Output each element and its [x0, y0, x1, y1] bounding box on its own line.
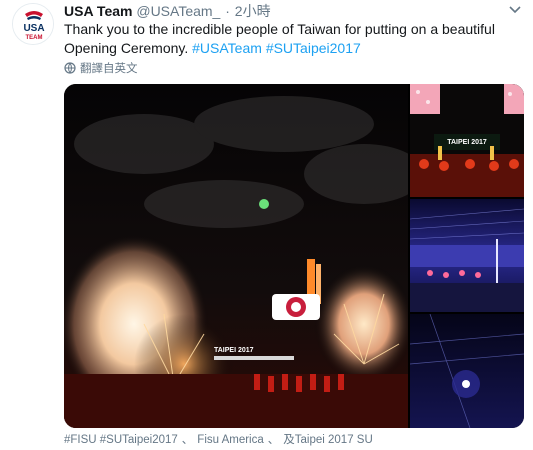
tweet-header: USA Team @USATeam_ · 2小時 — [64, 2, 271, 20]
footer-mention-fisu[interactable]: Fisu America — [197, 434, 263, 446]
avatar[interactable]: USA TEAM — [12, 3, 54, 45]
svg-text:USA: USA — [23, 23, 44, 34]
globe-icon — [64, 62, 76, 74]
photo-main[interactable]: TAIPEI 2017 — [64, 84, 408, 428]
photo-thumb-3[interactable] — [410, 314, 524, 428]
thumb-banner: TAIPEI 2017 — [447, 139, 487, 146]
separator: · — [225, 3, 230, 19]
usa-team-logo: USA TEAM — [13, 4, 53, 44]
timestamp[interactable]: 2小時 — [235, 3, 271, 19]
photo-thumb-1[interactable]: TAIPEI 2017 — [410, 84, 524, 197]
main-photo-banner: TAIPEI 2017 — [214, 347, 254, 354]
handle[interactable]: @USATeam_ — [136, 3, 220, 19]
hashtag-usateam[interactable]: #USATeam — [192, 40, 262, 56]
chevron-down-icon[interactable] — [507, 3, 523, 17]
tweet[interactable]: USA TEAM USA Team @USATeam_ · 2小時 Thank … — [0, 0, 533, 450]
footer-mention-taipei[interactable]: 及Taipei 2017 SU — [283, 434, 373, 446]
svg-text:TEAM: TEAM — [26, 35, 43, 41]
footer-separator: 、 — [181, 434, 194, 446]
tweet-text: Thank you to the incredible people of Ta… — [64, 20, 519, 58]
translate-link[interactable]: 翻譯自英文 — [64, 62, 138, 76]
footer-hashtags[interactable]: #FISU #SUTaipei2017 — [64, 434, 178, 446]
footer-separator-2: 、 — [267, 434, 280, 446]
media-grid: TAIPEI 2017 TAIPEI 2017 — [64, 84, 524, 428]
photo-thumb-2[interactable] — [410, 199, 524, 312]
hashtag-sutaipei2017[interactable]: #SUTaipei2017 — [266, 40, 361, 56]
translate-label: 翻譯自英文 — [80, 63, 138, 75]
media-tags: #FISU #SUTaipei2017、 Fisu America、及Taipei… — [64, 433, 373, 448]
display-name[interactable]: USA Team — [64, 3, 132, 19]
